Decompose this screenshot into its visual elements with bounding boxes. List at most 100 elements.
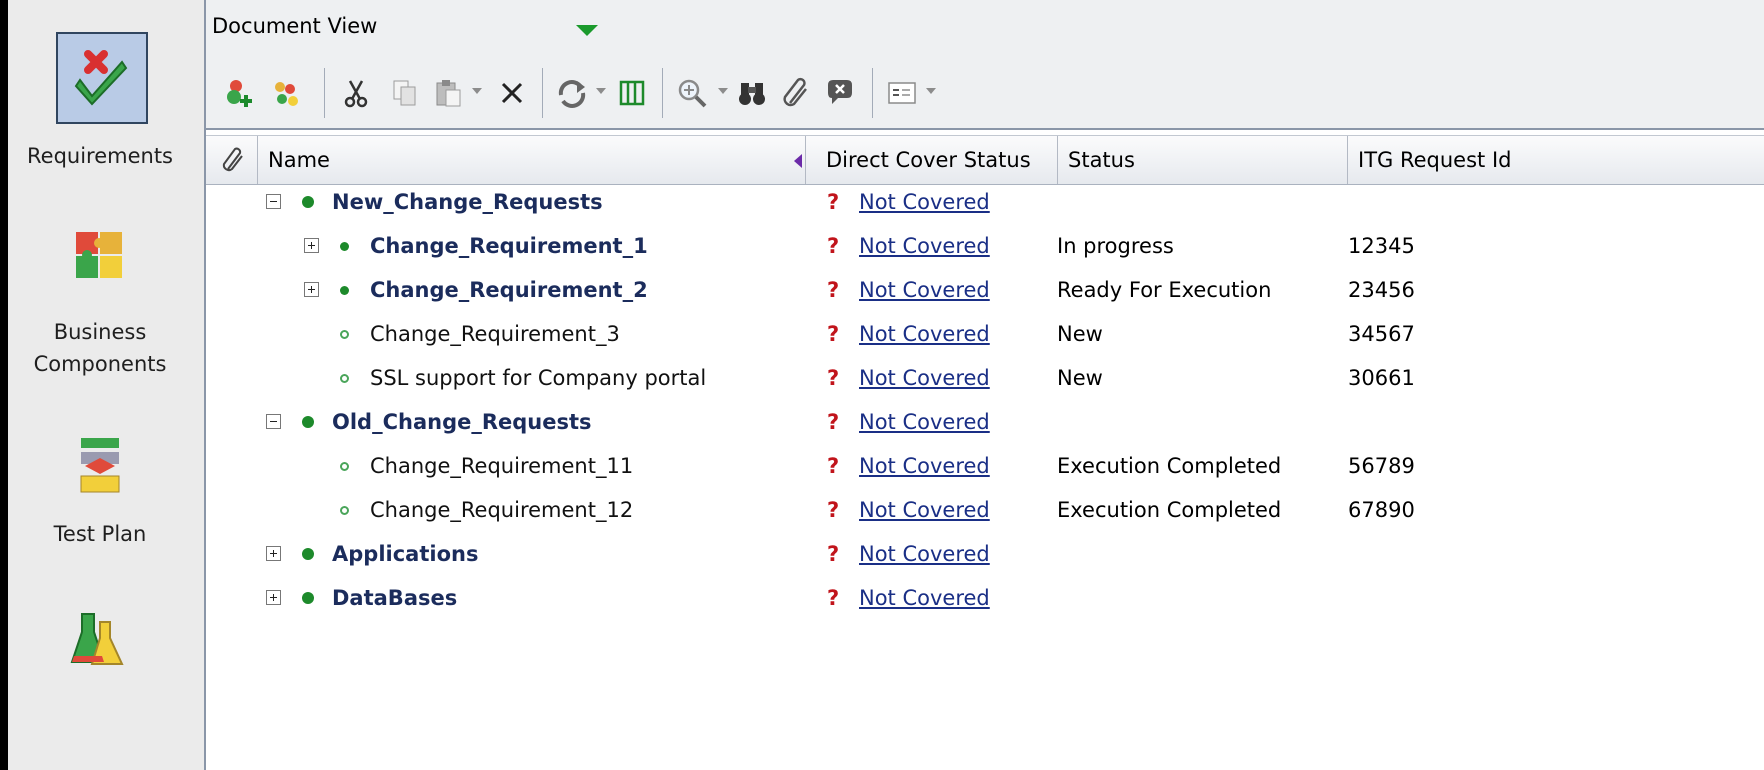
attachment-column-header[interactable]: [206, 136, 258, 184]
table-row[interactable]: Applications ? Not Covered: [206, 532, 1764, 576]
column-header-direct-cover-status[interactable]: Direct Cover Status: [816, 136, 1058, 184]
row-name[interactable]: Change_Requirement_3: [370, 312, 620, 356]
table-row[interactable]: Change_Requirement_3 ? Not Covered New 3…: [206, 312, 1764, 356]
new-folder-icon: [275, 82, 298, 106]
row-name[interactable]: Change_Requirement_1: [370, 224, 648, 268]
view-options-dropdown-icon[interactable]: [926, 88, 936, 94]
expand-toggle-icon[interactable]: [304, 238, 319, 253]
sidebar-item-label: Test Plan: [53, 522, 147, 546]
sidebar-item-test-lab[interactable]: [8, 600, 192, 770]
refresh-dropdown-icon[interactable]: [596, 88, 606, 94]
toolbar-separator: [872, 68, 873, 118]
cover-status-link[interactable]: Not Covered: [859, 180, 990, 224]
find-icon: [739, 83, 765, 105]
row-name[interactable]: Old_Change_Requests: [332, 400, 592, 444]
new-requirement-button[interactable]: [220, 73, 260, 113]
sidebar-item-test-plan[interactable]: Test Plan: [8, 420, 192, 570]
app-window: Requirements Business Components Test Pla…: [8, 0, 1764, 770]
table-row[interactable]: DataBases ? Not Covered: [206, 576, 1764, 620]
expand-toggle-icon[interactable]: [304, 282, 319, 297]
not-covered-icon: ?: [827, 322, 840, 346]
expand-toggle-icon[interactable]: [266, 546, 281, 561]
cover-status-link[interactable]: Not Covered: [859, 532, 990, 576]
view-dropdown-icon[interactable]: [576, 25, 598, 36]
cover-status-link[interactable]: Not Covered: [859, 444, 990, 488]
table-row[interactable]: New_Change_Requests ? Not Covered: [206, 180, 1764, 224]
paste-dropdown-icon[interactable]: [472, 88, 482, 94]
column-header-name[interactable]: Name: [258, 136, 806, 184]
view-selector-bar: Document View: [206, 0, 1764, 57]
zoom-icon: [678, 79, 707, 108]
collapse-toggle-icon[interactable]: [266, 194, 281, 209]
row-status: In progress: [1057, 234, 1174, 258]
refresh-icon: [558, 80, 586, 108]
not-covered-icon: ?: [827, 586, 840, 610]
row-name[interactable]: DataBases: [332, 576, 457, 620]
not-covered-icon: ?: [827, 498, 840, 522]
cover-status-link[interactable]: Not Covered: [859, 400, 990, 444]
cut-button[interactable]: [336, 73, 376, 113]
requirement-bullet-icon: [340, 330, 349, 339]
cover-status-link[interactable]: Not Covered: [859, 488, 990, 532]
not-covered-icon: ?: [827, 454, 840, 478]
attachment-icon: [783, 77, 807, 107]
sidebar-item-requirements[interactable]: Requirements: [8, 0, 192, 200]
table-row[interactable]: Change_Requirement_12 ? Not Covered Exec…: [206, 488, 1764, 532]
attachment-button[interactable]: [776, 73, 816, 113]
expand-toggle-icon[interactable]: [266, 590, 281, 605]
column-header-status[interactable]: Status: [1058, 136, 1348, 184]
refresh-button[interactable]: [552, 73, 592, 113]
view-selector-label[interactable]: Document View: [212, 14, 377, 38]
requirements-icon: [74, 50, 128, 106]
test-lab-icon: [70, 613, 124, 665]
column-header-itg-request-id[interactable]: ITG Request Id: [1348, 136, 1764, 184]
row-name[interactable]: SSL support for Company portal: [370, 356, 706, 400]
not-covered-icon: ?: [827, 278, 840, 302]
row-name[interactable]: New_Change_Requests: [332, 180, 603, 224]
cover-status-link[interactable]: Not Covered: [859, 312, 990, 356]
folder-bullet-icon: [302, 416, 314, 428]
copy-icon: [393, 80, 416, 106]
cover-status-link[interactable]: Not Covered: [859, 576, 990, 620]
delete-button[interactable]: [492, 73, 532, 113]
row-status: Execution Completed: [1057, 454, 1282, 478]
not-covered-icon: ?: [827, 542, 840, 566]
requirements-tile[interactable]: [56, 32, 148, 124]
row-itg-request-id: 30661: [1348, 366, 1415, 390]
sidebar-item-business-components[interactable]: Business Components: [8, 210, 192, 400]
table-row[interactable]: Change_Requirement_2 ? Not Covered Ready…: [206, 268, 1764, 312]
cover-status-link[interactable]: Not Covered: [859, 356, 990, 400]
sort-indicator-icon: [794, 154, 802, 168]
table-row[interactable]: SSL support for Company portal ? Not Cov…: [206, 356, 1764, 400]
folder-bullet-icon: [302, 196, 314, 208]
find-button[interactable]: [732, 73, 772, 113]
new-requirement-icon: [227, 80, 252, 107]
row-status: New: [1057, 366, 1103, 390]
new-folder-button[interactable]: [266, 73, 306, 113]
zoom-dropdown-icon[interactable]: [718, 88, 728, 94]
cover-status-link[interactable]: Not Covered: [859, 268, 990, 312]
copy-button[interactable]: [384, 73, 424, 113]
row-name[interactable]: Change_Requirement_2: [370, 268, 648, 312]
view-options-icon: [888, 82, 916, 104]
test-plan-icon: [80, 438, 120, 493]
view-options-button[interactable]: [882, 73, 922, 113]
folder-bullet-icon: [302, 548, 314, 560]
collapse-toggle-icon[interactable]: [266, 414, 281, 429]
zoom-button[interactable]: [672, 73, 712, 113]
toolbar-separator: [324, 68, 325, 118]
paste-button[interactable]: [428, 73, 468, 113]
row-status: Execution Completed: [1057, 498, 1282, 522]
table-row[interactable]: Change_Requirement_11 ? Not Covered Exec…: [206, 444, 1764, 488]
row-name[interactable]: Change_Requirement_12: [370, 488, 633, 532]
row-name[interactable]: Applications: [332, 532, 478, 576]
select-columns-button[interactable]: [612, 73, 652, 113]
row-name[interactable]: Change_Requirement_11: [370, 444, 633, 488]
toolbar-separator: [662, 68, 663, 118]
cover-status-link[interactable]: Not Covered: [859, 224, 990, 268]
delete-icon: [501, 82, 523, 104]
replace-button[interactable]: [820, 73, 860, 113]
table-row[interactable]: Old_Change_Requests ? Not Covered: [206, 400, 1764, 444]
table-row[interactable]: Change_Requirement_1 ? Not Covered In pr…: [206, 224, 1764, 268]
not-covered-icon: ?: [827, 190, 840, 214]
